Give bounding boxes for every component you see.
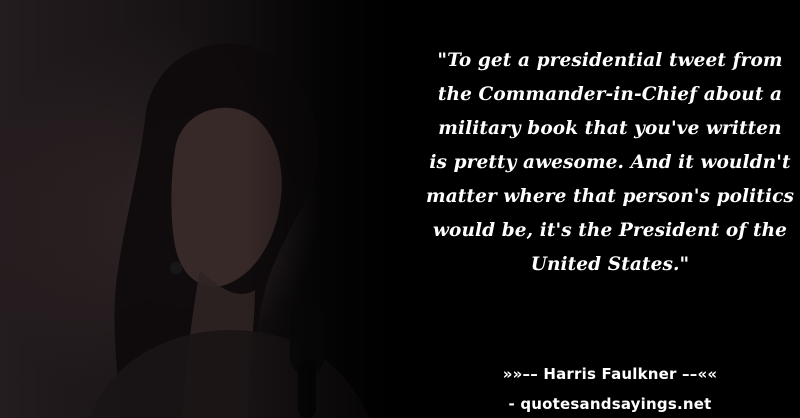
portrait-illustration xyxy=(90,43,370,418)
quote-card: "To get a presidential tweet from the Co… xyxy=(0,0,800,418)
quote-author: »»–– Harris Faulkner ––«« xyxy=(502,365,718,383)
quote-line: would be, it's the President of the xyxy=(432,220,788,241)
quote-text: "To get a presidential tweet from the Co… xyxy=(425,44,795,304)
quote-line: military book that you've written xyxy=(438,118,782,139)
portrait-photo xyxy=(0,0,420,418)
quote-line: the Commander-in-Chief about a xyxy=(437,84,783,105)
quote-line: is pretty awesome. And it wouldn't xyxy=(429,152,791,173)
quote-line: United States." xyxy=(530,254,690,275)
quote-line: matter where that person's politics xyxy=(426,186,794,207)
quote-line: "To get a presidential tweet from xyxy=(437,50,783,71)
quote-source: - quotesandsayings.net xyxy=(508,395,712,413)
